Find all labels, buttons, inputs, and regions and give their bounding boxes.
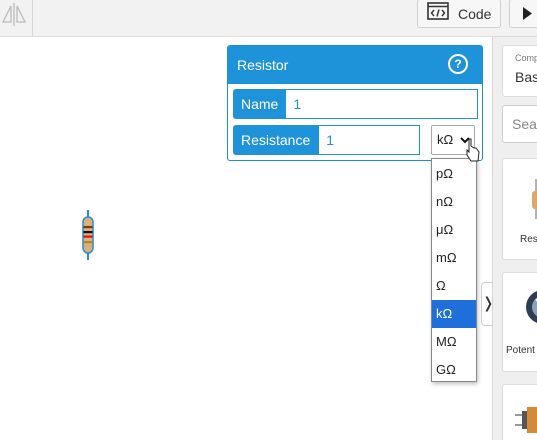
toolbar-divider	[32, 0, 33, 36]
top-toolbar: Code	[0, 0, 537, 37]
unit-option-selected[interactable]: kΩ	[432, 300, 476, 328]
components-select[interactable]: Comp Bas	[502, 45, 537, 97]
component-card-battery[interactable]	[502, 384, 537, 440]
component-card-label: Potent	[506, 345, 535, 356]
search-box	[502, 105, 537, 143]
unit-option[interactable]: mΩ	[432, 244, 476, 272]
code-button-label: Code	[458, 5, 492, 22]
component-card-label: Res	[520, 234, 537, 245]
unit-option[interactable]: μΩ	[432, 216, 476, 244]
search-input[interactable]	[503, 106, 537, 142]
name-field[interactable]: 1	[286, 89, 479, 119]
code-editor-icon	[427, 2, 449, 25]
unit-option[interactable]: nΩ	[432, 188, 476, 216]
potentiometer-thumbnail-icon	[526, 291, 537, 323]
name-label: Name	[233, 89, 287, 119]
mirror-icon[interactable]	[0, 0, 36, 36]
mouse-cursor-icon	[466, 138, 480, 167]
resistance-field[interactable]: 1	[318, 125, 421, 155]
help-icon[interactable]: ?	[448, 54, 468, 74]
resistor-component[interactable]	[80, 210, 96, 260]
resistance-row: Resistance 1	[233, 125, 421, 155]
component-card-resistor[interactable]: Res	[502, 158, 537, 260]
inspector-title: Resistor	[237, 57, 289, 73]
resistance-label: Resistance	[233, 125, 319, 155]
components-select-label: Comp	[515, 53, 537, 63]
component-card-potentiometer[interactable]: Potent	[502, 272, 537, 372]
unit-select-value: kΩ	[437, 132, 454, 147]
unit-option[interactable]: Ω	[432, 272, 476, 300]
run-button[interactable]	[509, 0, 537, 28]
unit-option[interactable]: GΩ	[432, 356, 476, 384]
component-inspector: Resistor ? Name 1 Resistance 1 kΩ	[227, 45, 483, 161]
unit-dropdown: pΩ nΩ μΩ mΩ Ω kΩ MΩ GΩ	[431, 158, 477, 382]
components-sidebar: Comp Bas Res Potent	[492, 37, 537, 440]
resistor-thumbnail-icon	[532, 179, 537, 219]
inspector-header: Resistor ?	[228, 46, 482, 84]
battery-thumbnail-icon	[515, 407, 537, 433]
code-button[interactable]: Code	[417, 0, 501, 28]
components-select-value: Bas	[515, 69, 537, 85]
name-row: Name 1	[233, 89, 479, 119]
unit-option[interactable]: MΩ	[432, 328, 476, 356]
